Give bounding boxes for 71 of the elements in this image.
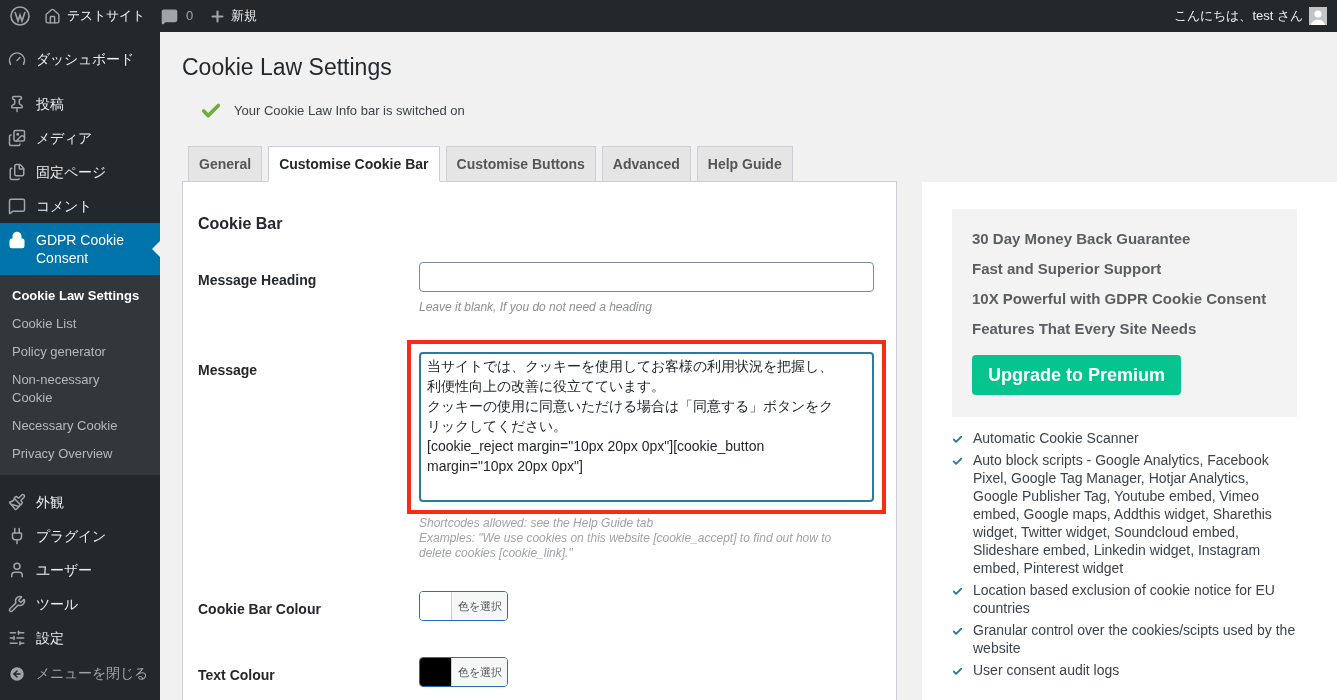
feature-text: Granular control over the cookies/scipts used by the website (973, 621, 1297, 657)
comment-count[interactable]: 0 (186, 6, 194, 26)
menu-item[interactable]: GDPR Cookie Consent (0, 223, 160, 275)
tab[interactable]: Customise Buttons (445, 146, 596, 182)
page-title: Cookie Law Settings (182, 53, 393, 82)
user-greeting[interactable]: こんにちは、test さん (1174, 6, 1303, 26)
menu-item[interactable]: メディア (0, 121, 160, 155)
promo-headline: 10X Powerful with GDPR Cookie Consent (972, 289, 1268, 309)
tab[interactable]: Help Guide (696, 146, 793, 182)
media-icon (8, 129, 26, 147)
field-label: Cookie Bar Colour (198, 600, 322, 619)
field-label: Message Heading (198, 271, 318, 290)
wordpress-logo-icon[interactable] (10, 6, 30, 26)
field-hint: Leave it blank, If you do not need a heading (419, 299, 653, 316)
site-name-link[interactable]: テストサイト (67, 6, 145, 26)
feature-text: User consent audit logs (973, 661, 1120, 679)
user-icon (8, 561, 26, 579)
notice-text: Your Cookie Law Info bar is switched on (234, 102, 465, 121)
check-icon (952, 666, 963, 677)
feature-text: Auto block scripts - Google Analytics, Facebook Pixel, Google Tag Manager, Hotjar Analytics, Google Publisher Tag, Youtube embed, Vimeo embed, Google maps, Addthis widget, Sharethis widget, Twitter widget, Soundcloud embed, Slideshare embed, Linkedin widget, Instagram embed, Pinterest widget (973, 451, 1273, 577)
message-textarea[interactable]: 当サイトでは、クッキーを使用してお客様の利用状況を把握し、利便性向上の改善に役立てています。 クッキーの使用に同意いただける場合は「同意する」ボタンをクリックしてください。 [cookie_reject margin="10px 20px 0px"][cookie_button margin="10px 20px 0px"] (419, 352, 874, 502)
pin-icon (8, 95, 26, 113)
promo-headline: Fast and Superior Support (972, 259, 1163, 279)
wrench-icon (8, 595, 26, 613)
sliders-icon (8, 629, 26, 647)
submenu-item[interactable]: Necessary Cookie (12, 417, 127, 435)
submenu-item[interactable]: Policy generator (12, 343, 127, 361)
comment-icon[interactable] (161, 7, 178, 25)
menu-item[interactable]: 固定ページ (0, 155, 160, 189)
home-icon[interactable] (44, 7, 61, 25)
plus-icon[interactable] (209, 7, 227, 25)
tab[interactable]: General (188, 146, 263, 182)
collapse-menu-button[interactable]: メニューを閉じる (0, 655, 160, 692)
field-label: Message (198, 361, 259, 380)
check-icon (952, 586, 963, 597)
feature-text: Location based exclusion of cookie notice for EU countries (973, 581, 1276, 617)
submenu-item[interactable]: Cookie Law Settings (12, 287, 152, 305)
brush-icon (8, 493, 26, 511)
menu-item[interactable]: ユーザー (0, 553, 160, 587)
submenu-item[interactable]: Non-necessary Cookie (12, 371, 127, 407)
check-icon (952, 626, 963, 637)
gauge-icon (8, 50, 26, 68)
section-title: Cookie Bar (198, 214, 284, 234)
promo-headline: 30 Day Money Back Guarantee (972, 229, 1192, 249)
submenu-item[interactable]: Cookie List (12, 315, 127, 333)
menu-item[interactable]: コメント (0, 189, 160, 223)
collapse-icon (8, 664, 26, 683)
current-pointer-icon (152, 241, 160, 257)
submenu-item[interactable]: Privacy Overview (12, 445, 127, 463)
check-icon (952, 456, 963, 467)
menu-item[interactable]: 設定 (0, 621, 160, 655)
tab[interactable]: Advanced (601, 146, 691, 182)
menu-item[interactable]: 投稿 (0, 87, 160, 121)
menu-item[interactable]: ダッシュボード (0, 42, 160, 76)
comment-icon (8, 197, 26, 215)
lock-icon (8, 231, 26, 249)
menu-item[interactable]: プラグイン (0, 519, 160, 553)
menu-item[interactable]: 外観 (0, 485, 160, 519)
check-icon (952, 434, 963, 445)
color-picker-button[interactable]: 色を選択 (419, 657, 508, 687)
new-link[interactable]: 新規 (231, 6, 258, 26)
tab[interactable]: Customise Cookie Bar (268, 146, 440, 182)
field-hint: Shortcodes allowed: see the Help Guide tab (419, 516, 655, 531)
text-field[interactable] (419, 262, 874, 292)
promo-headline: Features That Every Site Needs (972, 319, 1198, 339)
menu-item[interactable]: ツール (0, 587, 160, 621)
field-hint: Examples: "We use cookies on this website [cookie_accept] to find out how to delete cookies [cookie_link]." (419, 531, 833, 561)
color-picker-button[interactable]: 色を選択 (419, 591, 508, 621)
pages-icon (8, 163, 26, 181)
field-label: Text Colour (198, 666, 276, 685)
feature-text: Automatic Cookie Scanner (973, 429, 1139, 447)
